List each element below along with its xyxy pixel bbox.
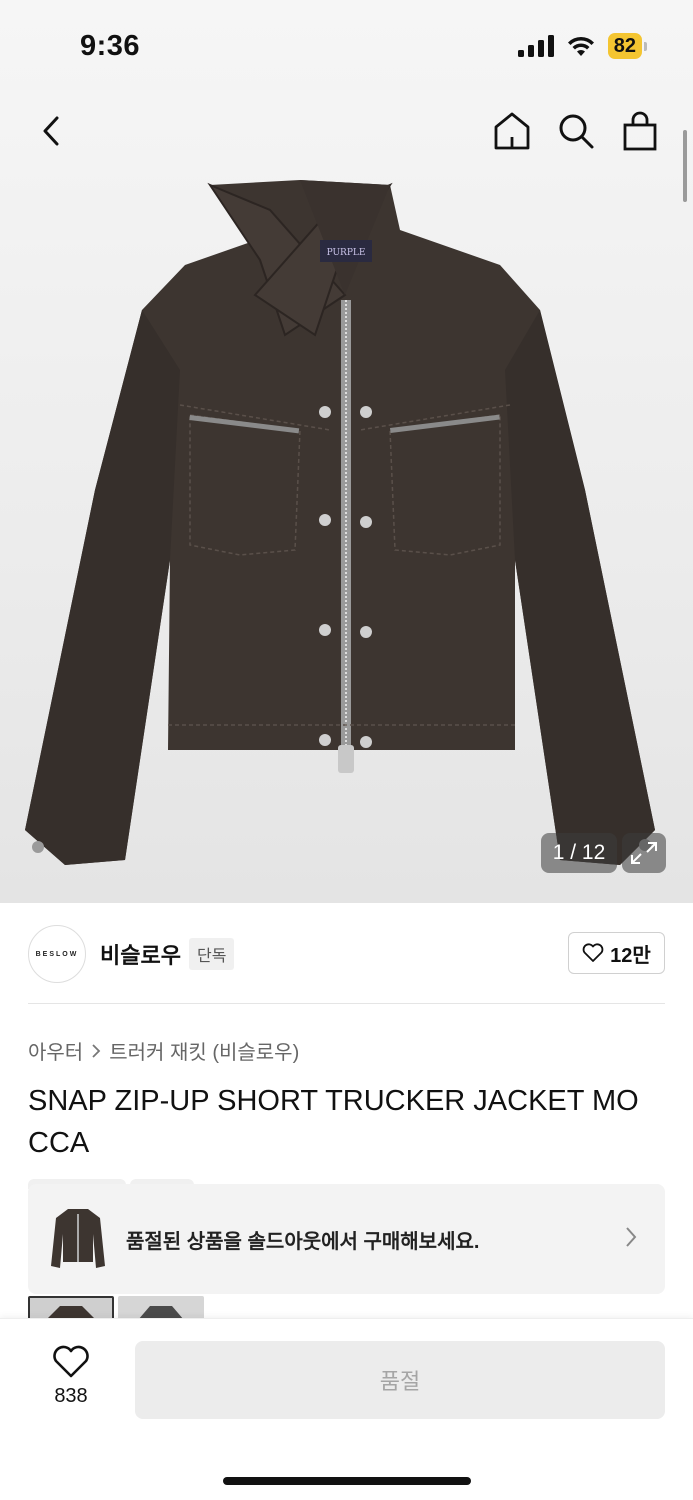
brand-logo[interactable]: BESLOW <box>28 925 86 983</box>
jacket-label: PURPLE <box>327 248 366 258</box>
shopping-bag-icon <box>623 111 657 151</box>
status-bar: 9:36 82 <box>0 0 693 90</box>
thumbnail-image <box>138 1306 184 1320</box>
home-indicator <box>223 1477 471 1485</box>
scroll-indicator[interactable] <box>683 130 687 202</box>
chevron-left-icon <box>43 116 59 146</box>
brand-name[interactable]: 비슬로우 <box>100 938 181 970</box>
top-navigation <box>0 105 693 155</box>
product-image-gallery[interactable]: 9:36 82 PURPLE 1 / 12 <box>0 0 693 903</box>
expand-icon <box>631 842 657 864</box>
chevron-right-icon <box>626 1227 637 1247</box>
wifi-icon <box>567 36 594 56</box>
cart-button[interactable] <box>618 109 662 153</box>
product-title: SNAP ZIP-UP SHORT TRUCKER JACKET MOCCA <box>28 1085 639 1159</box>
heart-outline-icon <box>53 1345 89 1378</box>
soldout-banner[interactable]: 품절된 상품을 솔드아웃에서 구매해보세요. <box>28 1184 665 1294</box>
soldout-message: 품절된 상품을 솔드아웃에서 구매해보세요. <box>126 1230 480 1253</box>
brand-row: BESLOW 비슬로우 단독 12만 <box>28 922 665 986</box>
color-thumbnails <box>28 1296 204 1320</box>
battery-indicator: 82 <box>607 33 642 59</box>
status-time: 9:36 <box>80 30 141 62</box>
wishlist-count: 838 <box>54 1385 88 1407</box>
bottom-action-bar: 838 품절 <box>0 1318 693 1500</box>
divider <box>28 1003 665 1004</box>
chevron-right-icon <box>92 1043 101 1058</box>
brand-like-count: 12만 <box>610 944 651 967</box>
home-icon <box>494 112 530 150</box>
back-button[interactable] <box>34 109 68 153</box>
home-button[interactable] <box>490 109 534 153</box>
color-option-thumbnail[interactable] <box>118 1296 204 1320</box>
buy-button-soldout[interactable]: 품절 <box>135 1341 665 1419</box>
heart-outline-icon <box>582 943 604 962</box>
breadcrumb: 아우터 트러커 재킷 (비슬로우) <box>28 1036 299 1065</box>
brand-like-button[interactable]: 12만 <box>568 932 665 974</box>
battery-tip <box>644 41 647 51</box>
breadcrumb-category[interactable]: 아우터 <box>28 1036 83 1065</box>
search-button[interactable] <box>554 109 598 153</box>
signal-icon <box>517 35 554 57</box>
exclusive-badge: 단독 <box>188 938 235 970</box>
product-photo: PURPLE <box>25 180 655 865</box>
image-counter: 1 / 12 <box>541 833 617 873</box>
thumbnail-image <box>48 1306 94 1318</box>
breadcrumb-subcategory[interactable]: 트러커 재킷 (비슬로우) <box>109 1036 299 1065</box>
search-icon <box>559 114 594 149</box>
expand-image-button[interactable] <box>622 833 666 873</box>
soldout-thumbnail <box>48 1204 108 1274</box>
color-option-thumbnail[interactable] <box>28 1296 114 1320</box>
wishlist-button[interactable]: 838 <box>40 1345 102 1408</box>
